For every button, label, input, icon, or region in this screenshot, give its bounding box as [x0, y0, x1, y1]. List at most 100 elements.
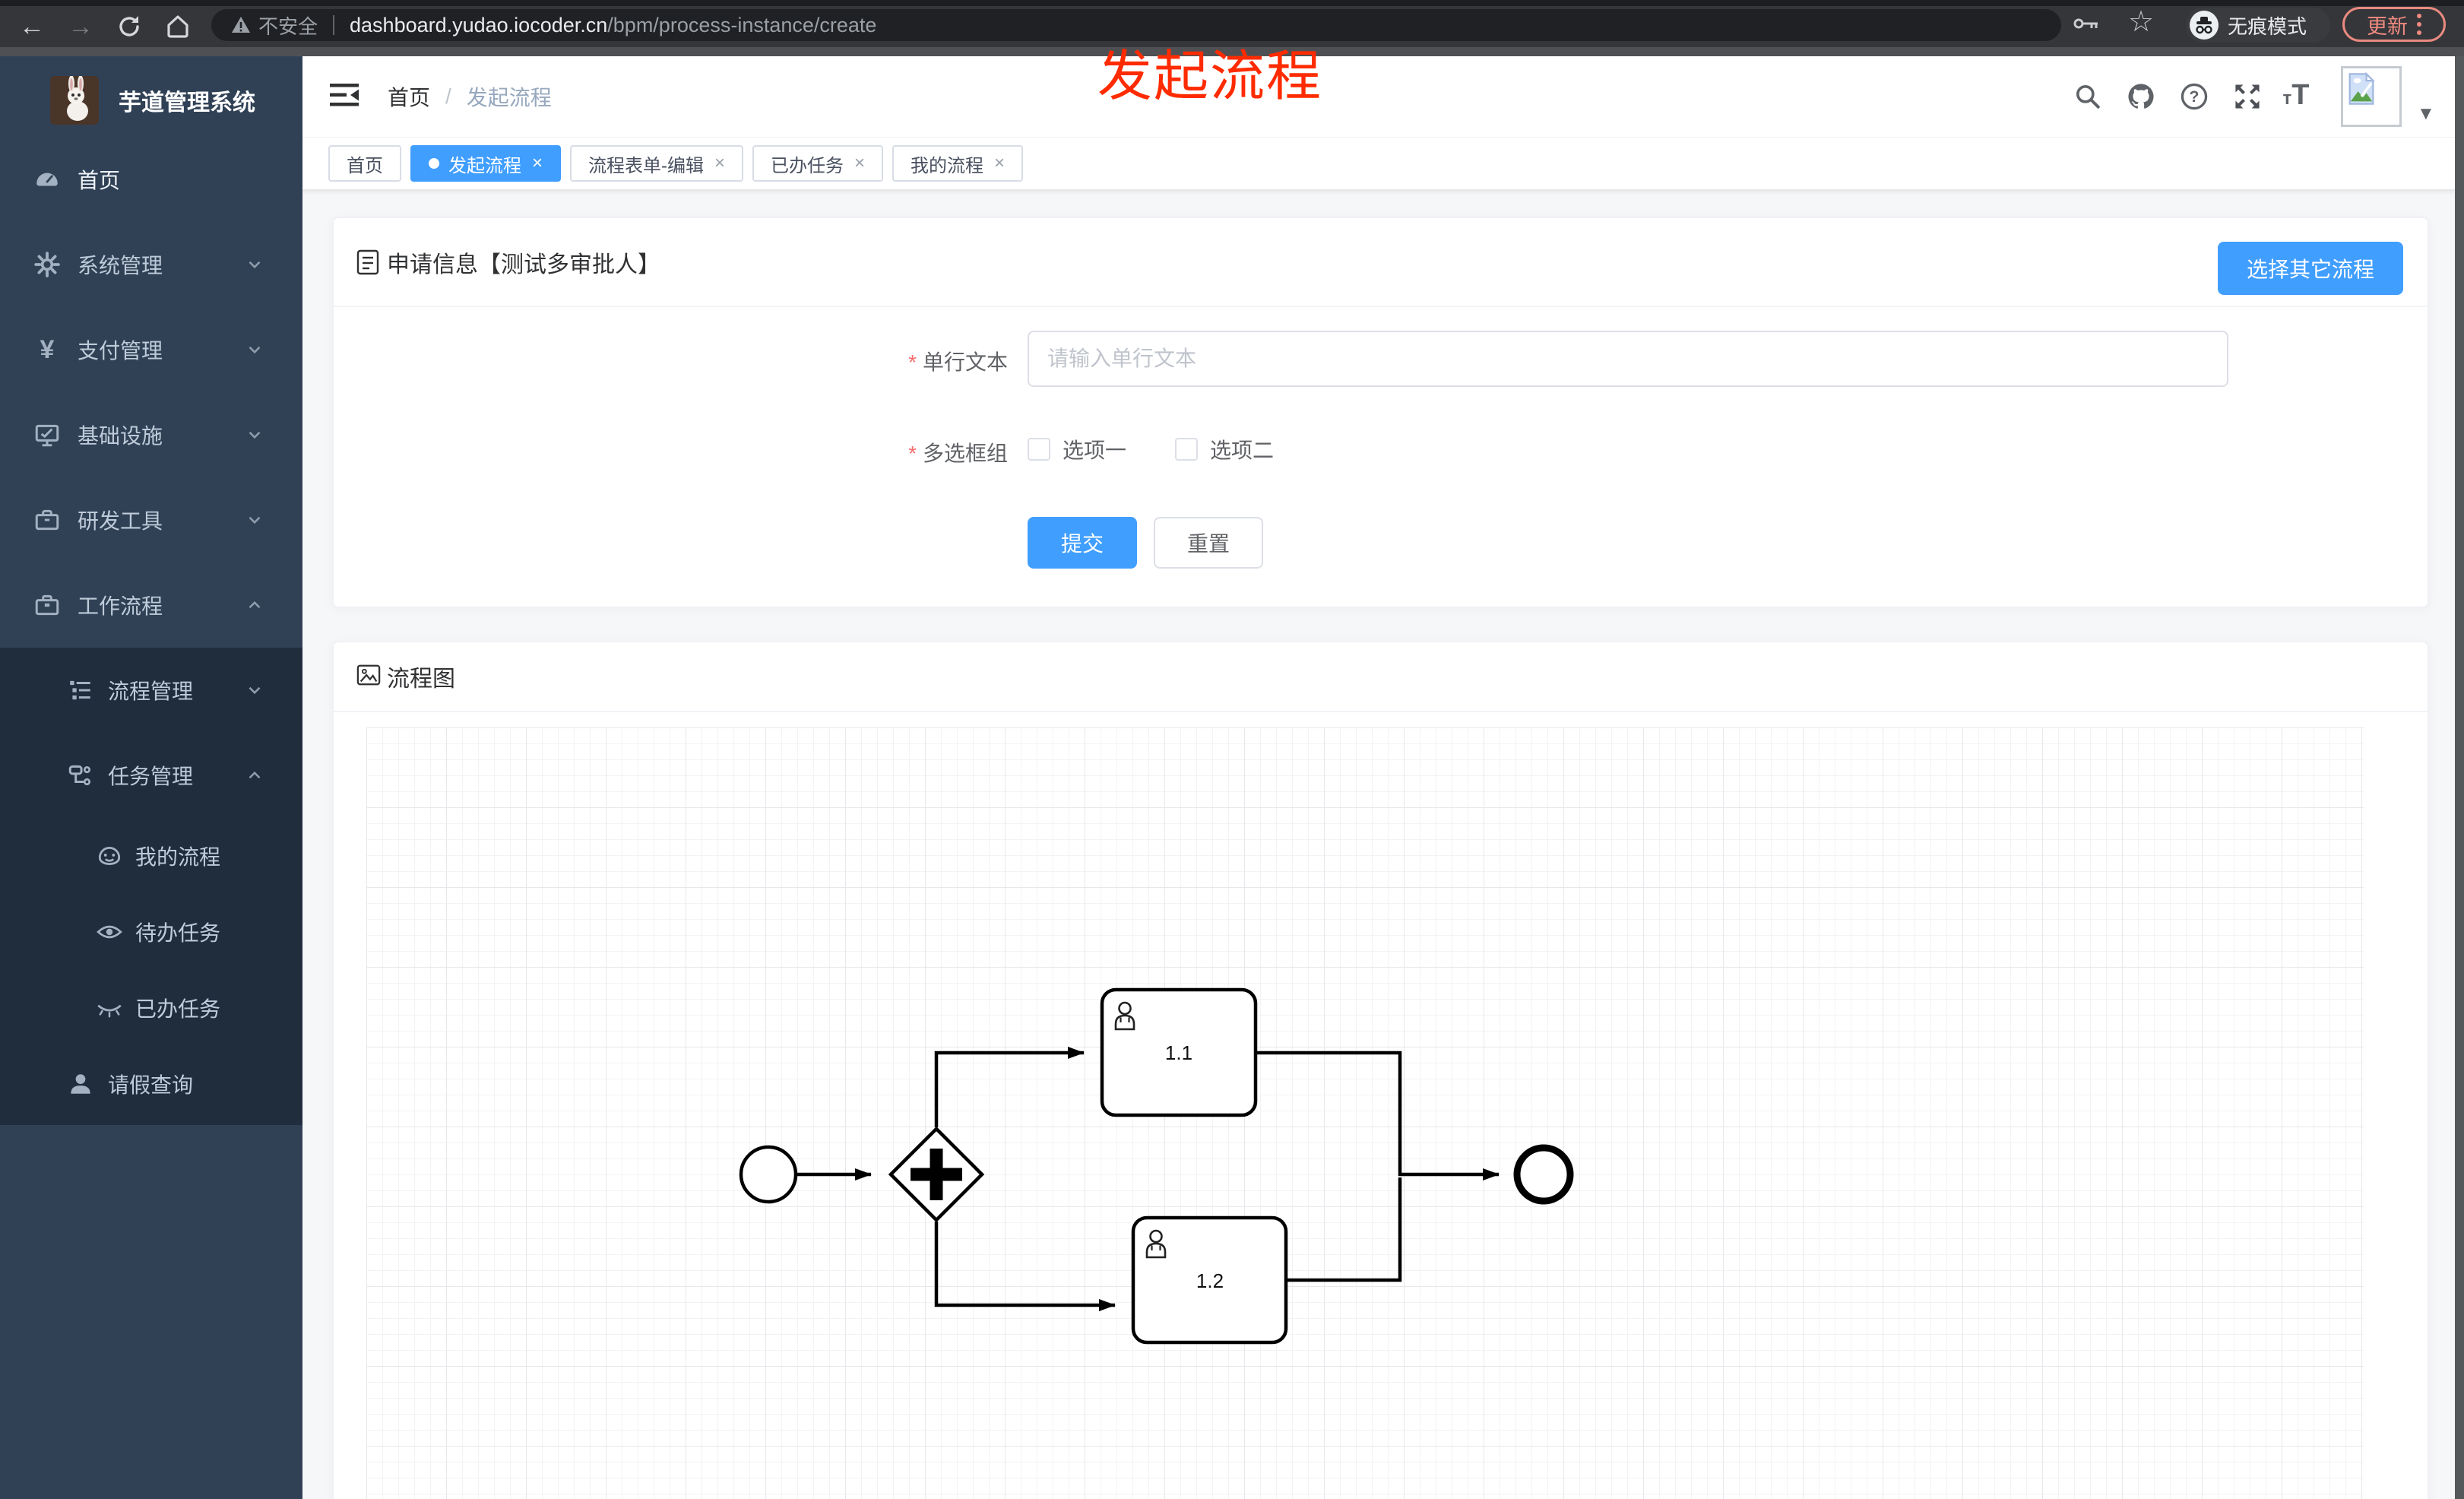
sidebar-item-my-process[interactable]: 我的流程: [0, 818, 302, 894]
document-icon: [356, 249, 381, 275]
apply-info-card: 申请信息【测试多审批人】 选择其它流程 *单行文本 *多选框组 选项一 选项二: [332, 217, 2429, 608]
bpmn-diagram: 1.1 1.2: [739, 987, 1574, 1345]
face-icon: [96, 842, 123, 870]
sidebar: 芋道管理系统 首页 系统管理 ¥ 支付管理 基础设施 研发工具 工作流程 流程管…: [0, 56, 302, 1499]
reset-button[interactable]: 重置: [1154, 517, 1264, 569]
browser-back-button[interactable]: ←: [11, 6, 53, 47]
form-actions: 提交 重置: [1028, 517, 1264, 569]
briefcase-icon: [33, 591, 61, 619]
sidebar-item-dev-tools[interactable]: 研发工具: [0, 477, 302, 563]
tag-tab-home[interactable]: 首页: [328, 145, 401, 182]
browser-home-button[interactable]: [157, 6, 199, 47]
breadcrumb-separator: /: [445, 84, 451, 108]
process-diagram-title: 流程图: [387, 667, 455, 692]
chevron-up-icon: [245, 765, 264, 785]
bpmn-parallel-gateway: [888, 1126, 985, 1223]
breadcrumb-current: 发起流程: [466, 86, 552, 109]
tree-list-icon: [67, 677, 94, 704]
sidebar-item-process-mgmt[interactable]: 流程管理: [0, 648, 302, 733]
chevron-down-icon: [245, 680, 264, 700]
sidebar-logo-row[interactable]: 芋道管理系统: [0, 61, 302, 140]
url-host: dashboard.yudao.iocoder.cn: [350, 13, 608, 36]
sidebar-item-home[interactable]: 首页: [0, 137, 302, 222]
required-asterisk: *: [908, 350, 917, 374]
browser-update-button[interactable]: 更新: [2342, 7, 2446, 42]
single-line-text-input[interactable]: [1028, 331, 2228, 387]
bookmark-star-icon[interactable]: ☆: [2128, 5, 2154, 39]
sidebar-item-payment-mgmt[interactable]: ¥ 支付管理: [0, 307, 302, 392]
omnibox-divider: [333, 15, 335, 35]
active-dot: [429, 158, 439, 169]
font-size-icon[interactable]: тT: [2276, 76, 2317, 117]
close-icon[interactable]: ×: [994, 154, 1005, 173]
sidebar-item-infrastructure[interactable]: 基础设施: [0, 392, 302, 477]
page-scrollbar[interactable]: [2455, 56, 2464, 1499]
checkbox-icon[interactable]: [1175, 438, 1199, 461]
browser-menu-kebab-icon[interactable]: [2417, 14, 2421, 35]
bpmn-end-event: [1513, 1144, 1574, 1205]
app-title: 芋道管理系统: [119, 90, 255, 116]
browser-toolbar: ← → 不安全 dashboard.yudao.iocoder.cn /bpm/…: [0, 0, 2464, 56]
chevron-down-icon: [245, 510, 264, 530]
process-diagram-card: 流程图 1.1 1.2: [332, 641, 2429, 1499]
tag-tab-process-form-edit[interactable]: 流程表单-编辑 ×: [570, 145, 744, 182]
incognito-badge: 无痕模式: [2186, 8, 2330, 43]
close-icon[interactable]: ×: [854, 154, 865, 173]
field-label-single-line-text: * 单行文本: [908, 350, 1008, 374]
chevron-down-icon: [245, 255, 264, 274]
password-key-icon[interactable]: [2073, 16, 2099, 35]
monitor-icon: [33, 421, 61, 448]
checkbox-group: 选项一 选项二: [1028, 425, 1274, 474]
home-icon: [167, 15, 188, 38]
help-icon[interactable]: ?: [2174, 76, 2215, 117]
main-content: 申请信息【测试多审批人】 选择其它流程 *单行文本 *多选框组 选项一 选项二: [302, 189, 2455, 1499]
svg-text:?: ?: [2190, 88, 2200, 106]
window-edge-strip: [0, 47, 2464, 56]
avatar-dropdown-caret[interactable]: ▼: [2417, 103, 2435, 125]
bpmn-task-label: 1.2: [1196, 1269, 1224, 1292]
bpmn-user-task-1-2: 1.2: [1131, 1215, 1288, 1345]
yen-icon: ¥: [40, 334, 55, 364]
close-icon[interactable]: ×: [714, 154, 725, 173]
checkbox-option-1[interactable]: 选项一: [1028, 434, 1126, 464]
user-icon: [67, 1070, 94, 1098]
address-bar[interactable]: 不安全 dashboard.yudao.iocoder.cn /bpm/proc…: [211, 9, 2061, 41]
bpmn-canvas[interactable]: 1.1 1.2: [366, 727, 2364, 1499]
sidebar-item-workflow[interactable]: 工作流程: [0, 563, 302, 648]
tag-tab-done-tasks[interactable]: 已办任务 ×: [752, 145, 884, 182]
fullscreen-icon[interactable]: [2227, 76, 2268, 117]
browser-reload-button[interactable]: [108, 6, 150, 47]
sidebar-item-done-tasks[interactable]: 已办任务: [0, 970, 302, 1046]
close-icon[interactable]: ×: [532, 154, 543, 173]
sidebar-item-leave-query[interactable]: 请假查询: [0, 1046, 302, 1122]
chevron-down-icon: [245, 340, 264, 360]
dashboard-icon: [33, 166, 61, 193]
checkbox-option-2[interactable]: 选项二: [1175, 434, 1274, 464]
browser-tabbar-strip: [0, 0, 2464, 6]
picture-icon: [356, 664, 381, 689]
user-avatar-broken-image[interactable]: [2341, 66, 2402, 127]
github-icon[interactable]: [2120, 76, 2162, 117]
submit-button[interactable]: 提交: [1028, 517, 1138, 569]
chevron-up-icon: [245, 595, 264, 615]
header-search-icon[interactable]: [2067, 76, 2108, 117]
process-diagram-card-header: 流程图: [334, 642, 2428, 712]
chevron-down-icon: [245, 425, 264, 445]
apply-info-card-header: 申请信息【测试多审批人】: [334, 218, 2428, 307]
sidebar-item-todo-tasks[interactable]: 待办任务: [0, 894, 302, 970]
tags-view-bar: 首页 发起流程 × 流程表单-编辑 × 已办任务 × 我的流程 ×: [302, 137, 2455, 189]
security-label: 不安全: [258, 14, 318, 38]
browser-forward-button[interactable]: →: [59, 6, 102, 47]
breadcrumb: 首页 / 发起流程: [388, 56, 552, 137]
tag-tab-my-process[interactable]: 我的流程 ×: [892, 145, 1024, 182]
app-logo-rabbit: [50, 76, 99, 125]
tag-tab-start-process[interactable]: 发起流程 ×: [410, 145, 562, 182]
reload-icon: [119, 16, 139, 36]
sidebar-item-system-mgmt[interactable]: 系统管理: [0, 222, 302, 307]
sidebar-item-task-mgmt[interactable]: 任务管理: [0, 733, 302, 818]
checkbox-icon[interactable]: [1028, 438, 1050, 461]
update-label: 更新: [2367, 14, 2408, 38]
choose-other-process-button[interactable]: 选择其它流程: [2217, 242, 2403, 295]
breadcrumb-home[interactable]: 首页: [388, 81, 430, 112]
sidebar-collapse-button[interactable]: [328, 81, 360, 113]
